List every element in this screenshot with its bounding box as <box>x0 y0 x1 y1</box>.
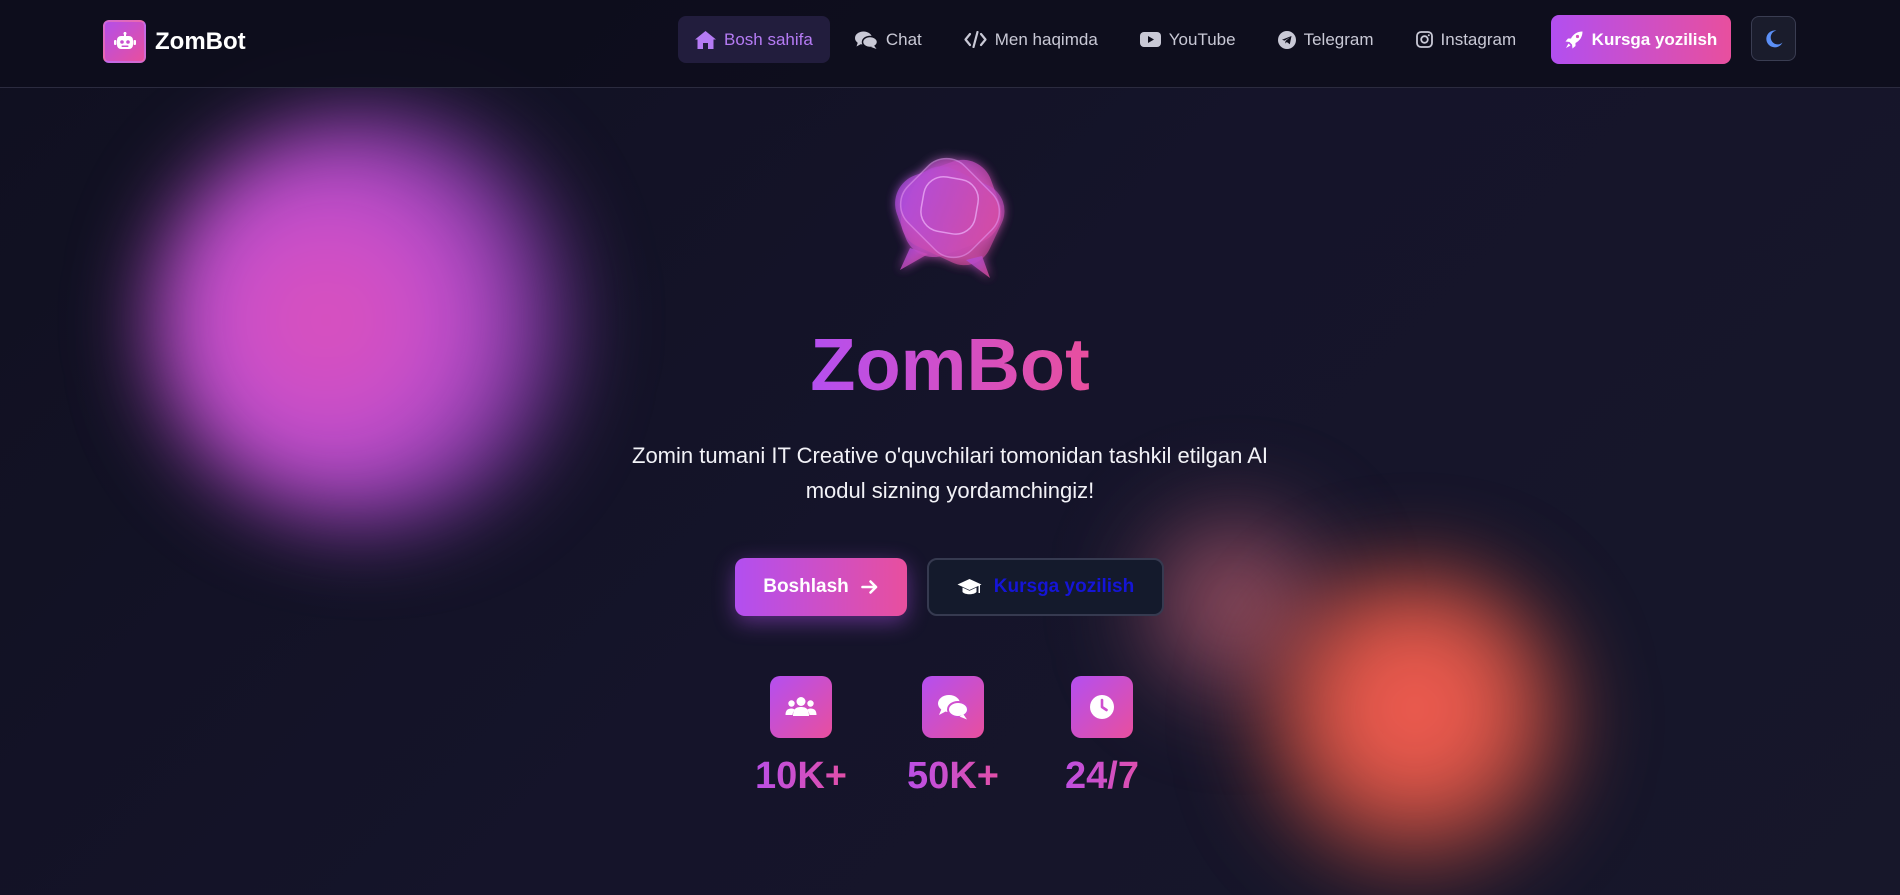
stat-users: 10K+ <box>741 676 861 798</box>
nav-link-label: Chat <box>885 29 922 49</box>
comments-icon <box>922 676 984 738</box>
nav-links: Bosh sahifa Chat Men haqimda YouTube Tel… <box>678 16 1533 63</box>
chat-bubbles-icon <box>895 157 1005 278</box>
page: ZomBot Bosh sahifa Chat Men haqimda YouT… <box>0 0 1900 895</box>
nav-link-chat[interactable]: Chat <box>838 16 939 63</box>
top-navbar: ZomBot Bosh sahifa Chat Men haqimda YouT… <box>0 0 1900 88</box>
arrow-right-icon <box>860 580 878 594</box>
nav-link-youtube[interactable]: YouTube <box>1123 16 1253 63</box>
home-icon <box>695 30 716 49</box>
instagram-icon <box>1415 31 1433 48</box>
background-glow-orange <box>1250 560 1580 890</box>
youtube-icon <box>1139 32 1161 47</box>
brand[interactable]: ZomBot <box>103 20 246 63</box>
start-button[interactable]: Boshlash <box>735 558 907 616</box>
telegram-icon <box>1277 30 1296 49</box>
robot-icon <box>103 20 146 63</box>
nav-link-bosh-sahifa[interactable]: Bosh sahifa <box>678 16 830 63</box>
background-glow-pink <box>150 110 590 530</box>
graduation-cap-icon <box>957 578 982 594</box>
hero-title: ZomBot <box>0 322 1900 407</box>
code-icon <box>964 31 987 48</box>
stat-value: 24/7 <box>1042 754 1162 798</box>
nav-link-label: Telegram <box>1303 29 1374 49</box>
moon-icon <box>1765 29 1782 47</box>
nav-link-men-haqimda[interactable]: Men haqimda <box>947 16 1115 63</box>
nav-link-label: Bosh sahifa <box>724 29 813 49</box>
nav-link-label: Men haqimda <box>994 29 1098 49</box>
brand-name: ZomBot <box>155 27 246 55</box>
stat-messages: 50K+ <box>893 676 1013 798</box>
nav-link-label: YouTube <box>1168 29 1236 49</box>
enroll-button-label: Kursga yozilish <box>1591 29 1718 49</box>
clock-icon <box>1071 676 1133 738</box>
start-button-label: Boshlash <box>763 576 849 597</box>
stat-value: 10K+ <box>741 754 861 798</box>
nav-link-telegram[interactable]: Telegram <box>1261 16 1391 63</box>
enroll-course-button-label: Kursga yozilish <box>993 576 1135 597</box>
hero-title-text: ZomBot <box>810 323 1090 406</box>
theme-toggle-button[interactable] <box>1751 16 1796 61</box>
nav-link-instagram[interactable]: Instagram <box>1399 16 1534 63</box>
stat-value: 50K+ <box>893 754 1013 798</box>
enroll-course-button[interactable]: Kursga yozilish <box>927 558 1164 616</box>
stat-availability: 24/7 <box>1042 676 1162 798</box>
hero-subtitle: Zomin tumani IT Creative o'quvchilari to… <box>632 443 1268 503</box>
rocket-icon <box>1565 31 1583 48</box>
enroll-button[interactable]: Kursga yozilish <box>1551 15 1731 64</box>
users-icon <box>770 676 832 738</box>
nav-link-label: Instagram <box>1440 29 1517 49</box>
comments-icon <box>854 31 878 49</box>
